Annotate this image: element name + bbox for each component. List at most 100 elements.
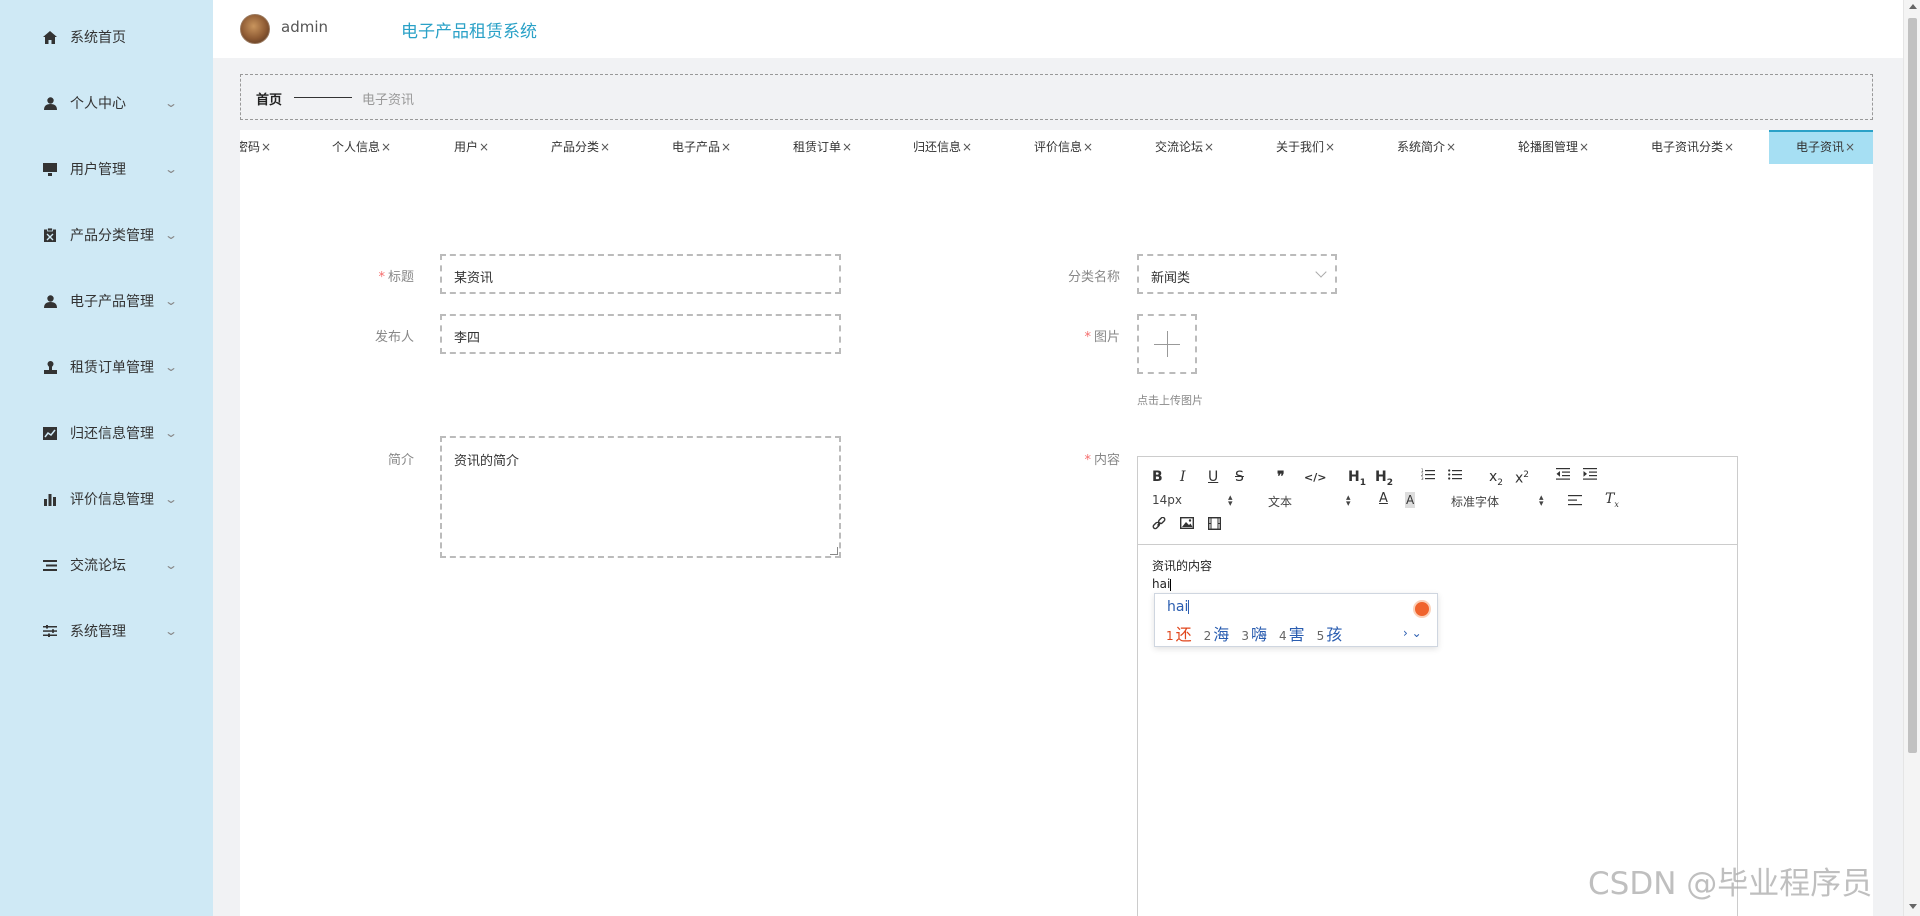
editor-content[interactable]: 资讯的内容 hai [1152, 557, 1212, 593]
close-icon[interactable]: × [842, 140, 852, 154]
bold-button[interactable]: B [1152, 469, 1163, 485]
ime-next-page-icon[interactable]: › ⌄ [1403, 626, 1422, 640]
close-icon[interactable]: × [1204, 140, 1214, 154]
scrollbar-thumb[interactable] [1908, 18, 1917, 753]
scroll-down-icon[interactable] [1909, 904, 1917, 909]
code-button[interactable]: </> [1304, 470, 1326, 486]
font-family-select[interactable]: 标准字体 ▴ ▾ [1451, 493, 1544, 510]
sidebar-item-return-management[interactable]: 归还信息管理 ⌄ [0, 400, 213, 466]
tab-product-category[interactable]: 产品分类× [551, 130, 610, 164]
outdent-icon[interactable] [1556, 468, 1570, 484]
tab-label: 电子产品 [672, 140, 721, 154]
sidebar-item-product-management[interactable]: 电子产品管理 ⌄ [0, 268, 213, 334]
image-icon[interactable] [1179, 516, 1195, 533]
close-icon[interactable]: × [721, 140, 731, 154]
clear-format-button[interactable]: Tx [1605, 491, 1619, 513]
link-icon[interactable] [1152, 516, 1166, 535]
ime-candidate[interactable]: 4害 [1279, 621, 1305, 645]
ime-candidate[interactable]: 5孩 [1317, 621, 1343, 645]
rich-text-editor: B I U S ❞ </> H1 H2 123 x2 x2 14px ▴ ▾ 文… [1137, 456, 1738, 916]
font-size-select[interactable]: 14px ▴ ▾ [1152, 493, 1236, 509]
close-icon[interactable]: × [261, 140, 271, 154]
ime-candidate[interactable]: 3嗨 [1241, 621, 1267, 645]
user-icon [42, 95, 58, 111]
close-icon[interactable]: × [1325, 140, 1335, 154]
category-label: 分类名称 [1067, 270, 1120, 285]
sidebar-item-order-management[interactable]: 租赁订单管理 ⌄ [0, 334, 213, 400]
paragraph-select[interactable]: 文本 ▴ ▾ [1268, 493, 1352, 510]
subscript-button[interactable]: x2 [1489, 469, 1503, 491]
category-select[interactable]: 新闻类 [1137, 254, 1337, 294]
title-input[interactable]: 某资讯 [440, 254, 841, 294]
italic-button[interactable]: I [1180, 469, 1186, 485]
close-icon[interactable]: × [479, 140, 489, 154]
publisher-input[interactable]: 李四 [440, 314, 841, 354]
sidebar-item-personal-center[interactable]: 个人中心 ⌄ [0, 70, 213, 136]
select-arrows-icon: ▴ ▾ [1228, 493, 1233, 509]
align-icon[interactable] [1568, 494, 1582, 510]
close-icon[interactable]: × [1724, 140, 1734, 154]
sidebar-item-label: 产品分类管理 [70, 228, 154, 244]
breadcrumb-current: 电子资讯 [362, 93, 415, 108]
close-icon[interactable]: × [1446, 140, 1456, 154]
tab-forum[interactable]: 交流论坛× [1155, 130, 1214, 164]
tab-rental-order[interactable]: 租赁订单× [793, 130, 852, 164]
background-color-button[interactable]: A [1405, 492, 1416, 508]
tab-personal-info[interactable]: 个人信息× [332, 130, 391, 164]
content-label: * 内容 [1040, 449, 1120, 468]
summary-value: 资讯的简介 [454, 454, 520, 469]
underline-button[interactable]: U [1208, 469, 1218, 485]
close-icon[interactable]: × [962, 140, 972, 154]
username: admin [281, 18, 328, 36]
tab-carousel-management[interactable]: 轮播图管理× [1518, 130, 1589, 164]
heading1-button[interactable]: H1 [1348, 469, 1366, 491]
sidebar-item-system-management[interactable]: 系统管理 ⌄ [0, 598, 213, 664]
typed-text: hai [1152, 577, 1171, 591]
top-header: admin 电子产品租赁系统 [213, 0, 1903, 58]
ordered-list-icon[interactable]: 123 [1421, 468, 1435, 484]
image-upload[interactable] [1137, 314, 1197, 374]
page-scrollbar[interactable] [1903, 0, 1920, 916]
scroll-up-icon[interactable] [1909, 4, 1917, 9]
form-panel: * 标题 某资讯 分类名称 新闻类 发布人 李四 * 图片 点击上传图片 简介 资讯… [240, 164, 1873, 916]
close-icon[interactable]: × [1845, 140, 1855, 154]
candidate-text: 嗨 [1250, 625, 1267, 644]
tab-electronic-news[interactable]: 电子资讯× [1769, 130, 1873, 164]
sidebar-item-review-management[interactable]: 评价信息管理 ⌄ [0, 466, 213, 532]
close-icon[interactable]: × [1579, 140, 1589, 154]
heading2-button[interactable]: H2 [1375, 469, 1393, 491]
ime-candidate[interactable]: 1还 [1166, 621, 1192, 645]
video-icon[interactable] [1207, 516, 1222, 534]
ime-candidate-list: 1还 2海 3嗨 4害 5孩 [1166, 621, 1342, 645]
resize-handle[interactable] [830, 547, 838, 555]
breadcrumb-home[interactable]: 首页 [256, 89, 282, 108]
bullet-list-icon[interactable] [1448, 468, 1462, 484]
sidebar-item-forum[interactable]: 交流论坛 ⌄ [0, 532, 213, 598]
font-color-button[interactable]: A [1379, 491, 1388, 507]
close-icon[interactable]: × [600, 140, 610, 154]
sidebar-item-label: 租赁订单管理 [70, 360, 154, 376]
indent-icon[interactable] [1583, 468, 1597, 484]
sidebar-item-category-management[interactable]: 产品分类管理 ⌄ [0, 202, 213, 268]
font-size-value: 14px [1152, 493, 1182, 507]
blockquote-button[interactable]: ❞ [1277, 469, 1285, 485]
close-icon[interactable]: × [1083, 140, 1093, 154]
avatar[interactable] [240, 14, 270, 44]
tab-users[interactable]: 用户× [454, 130, 489, 164]
tab-return-info[interactable]: 归还信息× [913, 130, 972, 164]
tab-about-us[interactable]: 关于我们× [1276, 130, 1335, 164]
upload-hint: 点击上传图片 [1137, 394, 1203, 407]
sidebar-item-home[interactable]: 系统首页 [0, 4, 213, 70]
sidebar-item-user-management[interactable]: 用户管理 ⌄ [0, 136, 213, 202]
summary-textarea[interactable]: 资讯的简介 [440, 436, 841, 558]
ime-candidate[interactable]: 2海 [1204, 621, 1230, 645]
strikethrough-button[interactable]: S [1235, 469, 1244, 485]
close-icon[interactable]: × [381, 140, 391, 154]
tab-electronic-product[interactable]: 电子产品× [672, 130, 731, 164]
tab-system-intro[interactable]: 系统简介× [1397, 130, 1456, 164]
tab-news-category[interactable]: 电子资讯分类× [1651, 130, 1734, 164]
tab-review-info[interactable]: 评价信息× [1034, 130, 1093, 164]
ime-logo-icon[interactable] [1413, 600, 1431, 618]
superscript-button[interactable]: x2 [1515, 467, 1529, 487]
tab-password[interactable]: 密码× [240, 130, 271, 164]
